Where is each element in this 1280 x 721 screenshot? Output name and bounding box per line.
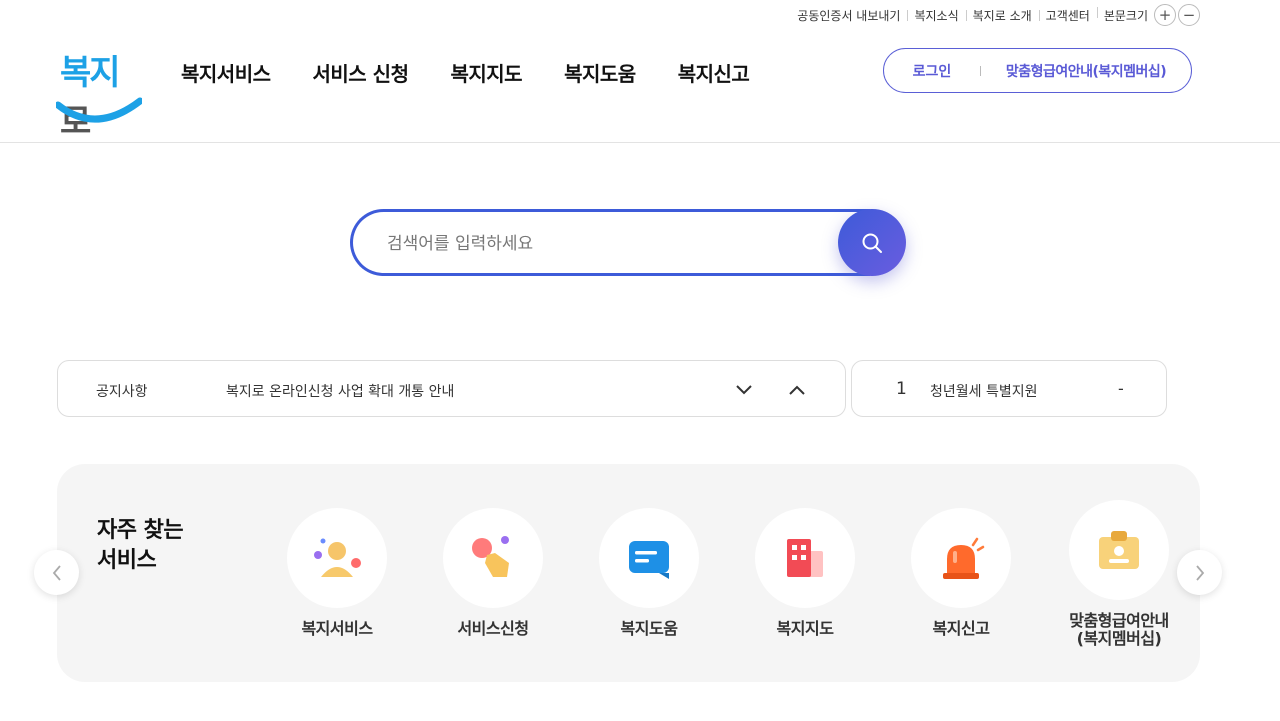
service-welfare-help[interactable]: 복지도움 [571, 508, 727, 638]
notice-bar: 공지사항 복지로 온라인신청 사업 확대 개통 안내 [57, 360, 846, 417]
notice-text[interactable]: 복지로 온라인신청 사업 확대 개통 안내 [226, 381, 454, 401]
frequent-title-line2: 서비스 [97, 548, 157, 573]
service-label: 복지도움 [620, 619, 678, 638]
service-welfare-service[interactable]: 복지서비스 [259, 508, 415, 638]
frequent-services: 자주 찾는 서비스 복지서비스 서비스신청 복지도움 복지지도 복지신고 맞춤형… [57, 464, 1200, 682]
service-membership[interactable]: 맞춤형급여안내 (복지멤버십) [1041, 500, 1197, 648]
popular-ranking[interactable]: 1 청년월세 특별지원 - [851, 360, 1167, 417]
chevron-down-icon [736, 385, 752, 395]
id-card-icon [1099, 531, 1139, 569]
util-link-about[interactable]: 복지로 소개 [965, 7, 1039, 24]
util-link-cert-export[interactable]: 공동인증서 내보내기 [790, 7, 907, 24]
service-label: 맞춤형급여안내 (복지멤버십) [1041, 612, 1197, 648]
util-link-customer-center[interactable]: 고객센터 [1038, 7, 1097, 24]
main-nav: 복지서비스 서비스 신청 복지지도 복지도움 복지신고 [181, 58, 791, 87]
carousel-next-button[interactable] [1177, 550, 1222, 595]
membership-button[interactable]: 맞춤형급여안내(복지멤버십) [981, 61, 1191, 81]
rank-change: - [1118, 379, 1124, 398]
carousel-prev-button[interactable] [34, 550, 79, 595]
utility-bar: 공동인증서 내보내기 복지소식 복지로 소개 고객센터 본문크기 + − [790, 2, 1200, 28]
logo[interactable]: 복지로 [56, 45, 142, 142]
search-box [350, 209, 870, 276]
service-label: 복지신고 [932, 619, 990, 638]
service-label: 서비스신청 [457, 619, 529, 638]
util-link-news[interactable]: 복지소식 [907, 7, 965, 24]
nav-item-welfare-map[interactable]: 복지지도 [450, 58, 522, 87]
notice-prev-button[interactable] [785, 378, 809, 402]
siren-icon [943, 537, 985, 579]
frequent-title: 자주 찾는 서비스 [97, 516, 184, 576]
chevron-left-icon [52, 564, 61, 581]
font-size-control: 본문크기 + − [1096, 4, 1200, 26]
frequent-title-line1: 자주 찾는 [97, 518, 184, 543]
service-welfare-report[interactable]: 복지신고 [883, 508, 1039, 638]
rank-number: 1 [896, 379, 907, 399]
login-box: 로그인 맞춤형급여안내(복지멤버십) [883, 48, 1192, 93]
chevron-right-icon [1195, 564, 1204, 581]
chevron-up-icon [789, 385, 805, 395]
font-size-label: 본문크기 [1103, 8, 1148, 23]
service-apply[interactable]: 서비스신청 [415, 508, 571, 638]
font-decrease-button[interactable]: − [1178, 4, 1200, 26]
service-label: 복지서비스 [301, 619, 373, 638]
nav-item-welfare-service[interactable]: 복지서비스 [181, 58, 271, 87]
nav-item-welfare-report[interactable]: 복지신고 [678, 58, 750, 87]
notice-label: 공지사항 [96, 384, 148, 400]
service-label-line1: 맞춤형급여안내 [1069, 611, 1169, 630]
building-icon [787, 539, 823, 577]
search-input[interactable] [387, 230, 827, 258]
message-icon [629, 541, 669, 579]
logo-smile-icon [56, 97, 142, 123]
font-increase-button[interactable]: + [1154, 4, 1176, 26]
service-label: 복지지도 [776, 619, 834, 638]
notice-next-button[interactable] [732, 378, 756, 402]
nav-item-service-apply[interactable]: 서비스 신청 [313, 58, 409, 87]
login-button[interactable]: 로그인 [884, 61, 980, 81]
search-icon [862, 233, 882, 253]
service-label-line2: (복지멤버십) [1076, 629, 1162, 648]
rank-text: 청년월세 특별지원 [930, 384, 1038, 400]
service-welfare-map[interactable]: 복지지도 [727, 508, 883, 638]
search-button[interactable] [838, 209, 906, 276]
people-icon [314, 538, 361, 577]
nav-item-welfare-help[interactable]: 복지도움 [564, 58, 636, 87]
hand-click-icon [472, 536, 509, 577]
search-area [350, 209, 906, 276]
